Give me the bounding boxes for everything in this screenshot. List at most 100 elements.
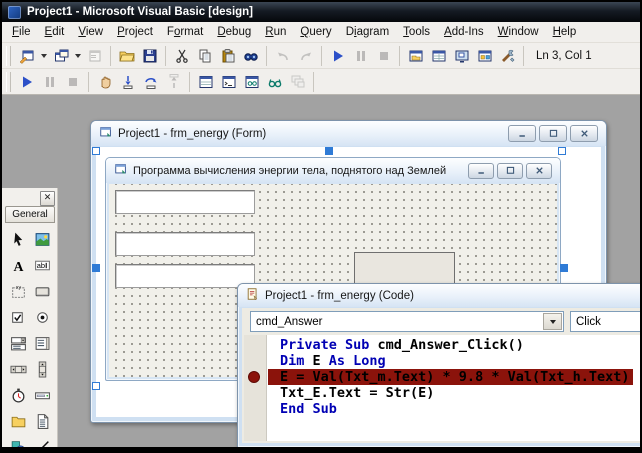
toolbox-text-box-tool[interactable]: ab: [30, 252, 54, 278]
form-layout-window-button[interactable]: [450, 45, 473, 67]
start-button[interactable]: [326, 45, 349, 67]
code-text[interactable]: Private Sub cmd_Answer_Click() Dim E As L…: [267, 337, 640, 441]
open-project-button[interactable]: [115, 45, 138, 67]
selection-handle[interactable]: [92, 264, 100, 272]
code-editor[interactable]: Private Sub cmd_Answer_Click() Dim E As L…: [244, 335, 640, 441]
step-into-button[interactable]: [116, 71, 139, 93]
textbox-mass[interactable]: [115, 190, 255, 214]
breakpoint-icon[interactable]: [248, 371, 260, 383]
minimize-button[interactable]: [508, 125, 536, 142]
code-line-4[interactable]: Txt_E.Text = Str(E): [267, 385, 640, 401]
add-form-dropdown-arrow[interactable]: [72, 45, 83, 67]
add-project-dropdown-arrow[interactable]: [38, 45, 49, 67]
standard-toolbar-grip[interactable]: [6, 45, 11, 66]
paste-button[interactable]: [216, 45, 239, 67]
find-button[interactable]: [239, 45, 262, 67]
menu-item-view[interactable]: View: [71, 24, 110, 40]
immediate-window-button[interactable]: [217, 71, 240, 93]
toggle-breakpoint-button[interactable]: [93, 71, 116, 93]
cut-button[interactable]: [170, 45, 193, 67]
properties-window-button[interactable]: [427, 45, 450, 67]
menu-item-window[interactable]: Window: [491, 24, 546, 40]
toolbox-directory-list-box-tool[interactable]: [6, 408, 30, 434]
debug-start-button[interactable]: [15, 71, 38, 93]
menu-item-tools[interactable]: Tools: [396, 24, 437, 40]
code-line-3[interactable]: E = Val(Txt_m.Text) * 9.8 * Val(Txt_h.Te…: [267, 369, 640, 385]
maximize-button[interactable]: [497, 162, 523, 179]
toolbox-list-box-tool[interactable]: [30, 330, 54, 356]
locals-window-button[interactable]: [194, 71, 217, 93]
textbox-height[interactable]: [115, 232, 255, 256]
maximize-button[interactable]: [539, 125, 567, 142]
call-stack-button: [286, 71, 309, 93]
toolbox-picture-box-tool[interactable]: [30, 226, 54, 252]
debug-toolbar-grip[interactable]: [6, 71, 11, 92]
toolbox-frame-tool[interactable]: xy: [6, 278, 30, 304]
menu-item-diagram[interactable]: Diagram: [339, 24, 396, 40]
toolbox-combo-box-tool[interactable]: [6, 330, 30, 356]
close-button[interactable]: [526, 162, 552, 179]
toolbox-check-box-tool[interactable]: [6, 304, 30, 330]
code-window-caption[interactable]: Project1 - frm_energy (Code): [238, 284, 640, 307]
form-designer-caption[interactable]: Project1 - frm_energy (Form): [91, 121, 606, 146]
standard-toolbar: Ln 3, Col 1: [2, 43, 640, 69]
toolbox-command-button-tool[interactable]: [30, 278, 54, 304]
menu-item-run[interactable]: Run: [258, 24, 293, 40]
toolbox-pointer-tool[interactable]: [6, 226, 30, 252]
quick-watch-button[interactable]: [263, 71, 286, 93]
add-form-button[interactable]: [49, 45, 72, 67]
toolbox-horizontal-scrollbar-tool[interactable]: [6, 356, 30, 382]
object-browser-button[interactable]: [473, 45, 496, 67]
toolbox-shape-tool[interactable]: [6, 434, 30, 447]
toolbox-option-button-tool[interactable]: [30, 304, 54, 330]
code-window-title: Project1 - frm_energy (Code): [265, 289, 414, 302]
watch-window-button[interactable]: [240, 71, 263, 93]
chevron-down-icon[interactable]: [543, 313, 562, 330]
add-standard-exe-project-button[interactable]: [15, 45, 38, 67]
menu-item-addins[interactable]: Add-Ins: [437, 24, 491, 40]
toolbox-label-tool[interactable]: A: [6, 252, 30, 278]
toolbox-button[interactable]: [496, 45, 519, 67]
code-line-5[interactable]: End Sub: [267, 401, 640, 417]
procedure-dropdown-value: Click: [576, 315, 601, 328]
toolbox-tab-general[interactable]: General: [5, 206, 55, 223]
breakpoint-highlight: E = Val(Txt_m.Text) * 9.8 * Val(Txt_h.Te…: [268, 369, 633, 385]
menu-item-query[interactable]: Query: [293, 24, 338, 40]
selection-handle[interactable]: [558, 147, 566, 155]
code-window[interactable]: Project1 - frm_energy (Code) cmd_Answer …: [237, 283, 640, 447]
menu-item-file[interactable]: File: [5, 24, 38, 40]
selection-handle[interactable]: [92, 382, 100, 390]
toolbox-vertical-scrollbar-tool[interactable]: [30, 356, 54, 382]
breakpoint-margin[interactable]: [244, 335, 267, 441]
menu-item-debug[interactable]: Debug: [210, 24, 258, 40]
minimize-button[interactable]: [468, 162, 494, 179]
selection-handle[interactable]: [92, 147, 100, 155]
menu-item-help[interactable]: Help: [546, 24, 584, 40]
menu-item-project[interactable]: Project: [110, 24, 160, 40]
toolbox-file-list-box-tool[interactable]: [30, 408, 54, 434]
step-over-button[interactable]: [139, 71, 162, 93]
selection-handle[interactable]: [325, 147, 333, 155]
form-designer-title: Project1 - frm_energy (Form): [118, 127, 267, 140]
close-button[interactable]: [570, 125, 598, 142]
code-line-2[interactable]: Dim E As Long: [267, 353, 640, 369]
debug-toolbar: [2, 69, 640, 95]
toolbox-drive-list-box-tool[interactable]: [30, 382, 54, 408]
code-line-1[interactable]: Private Sub cmd_Answer_Click(): [267, 337, 640, 353]
toolbox-close-icon[interactable]: ✕: [40, 191, 55, 206]
menu-item-format[interactable]: Format: [160, 24, 210, 40]
object-dropdown[interactable]: cmd_Answer: [250, 311, 564, 332]
copy-button[interactable]: [193, 45, 216, 67]
break-button: [349, 45, 372, 67]
menu-item-edit[interactable]: Edit: [38, 24, 72, 40]
project-explorer-button[interactable]: [404, 45, 427, 67]
save-project-button[interactable]: [138, 45, 161, 67]
svg-text:ab: ab: [36, 261, 44, 270]
toolbox-timer-tool[interactable]: [6, 382, 30, 408]
toolbox-line-tool[interactable]: [30, 434, 54, 447]
textbox-energy[interactable]: [115, 264, 255, 288]
selection-handle[interactable]: [560, 264, 568, 272]
undo-button: [271, 45, 294, 67]
procedure-dropdown[interactable]: Click: [570, 311, 640, 332]
designed-form-caption[interactable]: Программа вычисления энергии тела, подня…: [106, 158, 560, 183]
